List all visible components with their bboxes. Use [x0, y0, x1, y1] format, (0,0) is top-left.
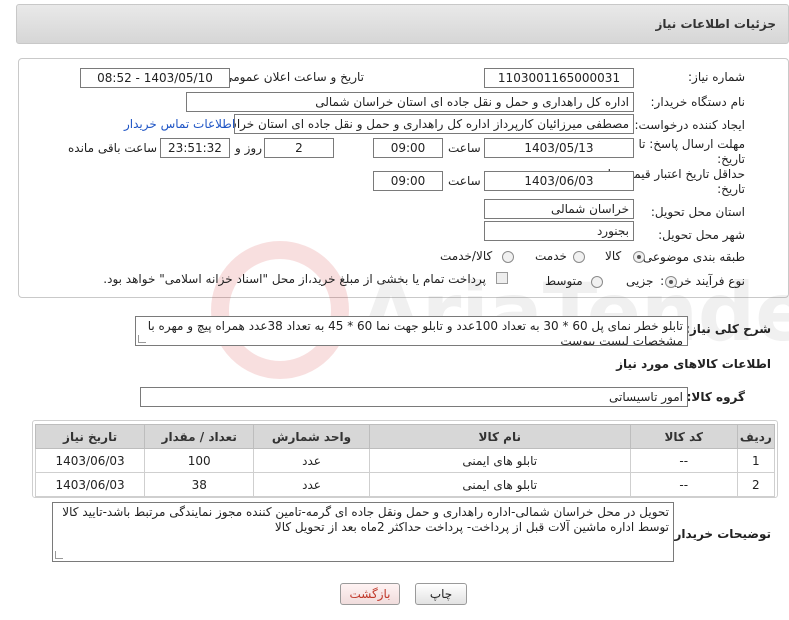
remaining-time-field: 23:51:32: [160, 138, 230, 158]
delivery-city-field: بجنورد: [484, 221, 634, 241]
table-row: 2 -- تابلو های ایمنی عدد 38 1403/06/03: [34, 472, 776, 497]
category-both-label: کالا/خدمت: [440, 249, 493, 263]
summary-text: تابلو خطر نمای پل 60 * 30 به تعداد 100عد…: [147, 319, 683, 346]
buyer-contact-link[interactable]: اطلاعات تماس خریدار: [124, 117, 235, 131]
delivery-province-field: خراسان شمالی: [484, 199, 634, 219]
price-validity-date-field: 1403/06/03: [484, 171, 634, 191]
cell-name: تابلو های ایمنی: [368, 472, 631, 497]
resize-grip-icon[interactable]: [55, 551, 63, 559]
category-service-label: خدمت: [535, 249, 567, 263]
goods-info-title: اطلاعات کالاهای مورد نیاز: [616, 357, 771, 371]
summary-textarea: تابلو خطر نمای پل 60 * 30 به تعداد 100عد…: [135, 316, 688, 346]
print-button[interactable]: چاپ: [415, 583, 467, 605]
buyer-org-label: نام دستگاه خریدار:: [650, 95, 746, 109]
delivery-city-label: شهر محل تحویل:: [658, 228, 745, 242]
purchase-minor-label: جزیی: [626, 274, 654, 288]
cell-unit: عدد: [253, 448, 370, 473]
price-validity-time-field: 09:00: [373, 171, 443, 191]
cell-name: تابلو های ایمنی: [368, 448, 631, 473]
announce-datetime-label: تاریخ و ساعت اعلان عمومی:: [219, 70, 364, 84]
price-validity-label-date: تاریخ:: [717, 182, 745, 196]
panel-header: جزئیات اطلاعات نیاز: [16, 4, 789, 44]
table-row: 1 -- تابلو های ایمنی عدد 100 1403/06/03: [34, 448, 776, 473]
category-label: طبقه بندی موضوعی:: [638, 250, 745, 264]
goods-group-label: گروه کالا:: [686, 390, 745, 404]
col-header-unit: واحد شمارش: [253, 424, 370, 449]
back-button[interactable]: بازگشت: [340, 583, 400, 605]
requester-field: مصطفی میرزائیان کارپرداز اداره کل راهدار…: [234, 114, 634, 134]
col-header-row: ردیف: [736, 424, 776, 449]
cell-code: --: [629, 472, 738, 497]
response-deadline-time-field: 09:00: [373, 138, 443, 158]
col-header-date: تاریخ نیاز: [34, 424, 146, 449]
cell-row: 1: [736, 448, 776, 473]
cell-code: --: [629, 448, 738, 473]
category-service-radio[interactable]: [573, 251, 585, 263]
response-deadline-label-date: تاریخ:: [717, 152, 745, 166]
response-days-field: 2: [264, 138, 334, 158]
col-header-name: نام کالا: [368, 424, 631, 449]
cell-date: 1403/06/03: [34, 472, 146, 497]
response-deadline-date-field: 1403/05/13: [484, 138, 634, 158]
need-number-label: شماره نیاز:: [688, 70, 745, 84]
requester-label: ایجاد کننده درخواست:: [634, 118, 745, 132]
buyer-notes-label: توضیحات خریدار:: [669, 527, 771, 541]
treasury-note: پرداخت تمام یا بخشی از مبلغ خرید،از محل …: [103, 272, 486, 286]
category-goods-label: کالا: [605, 249, 622, 263]
purchase-minor-radio[interactable]: [665, 276, 677, 288]
buyer-org-field: اداره کل راهداری و حمل و نقل جاده ای است…: [186, 92, 634, 112]
cell-qty: 38: [144, 472, 255, 497]
category-both-radio[interactable]: [502, 251, 514, 263]
need-number-field: 1103001165000031: [484, 68, 634, 88]
col-header-code: کد کالا: [629, 424, 738, 449]
announce-datetime-field: 1403/05/10 - 08:52: [80, 68, 230, 88]
cell-unit: عدد: [253, 472, 370, 497]
col-header-qty: تعداد / مقدار: [144, 424, 255, 449]
price-validity-time-label: ساعت: [448, 174, 481, 188]
category-goods-radio[interactable]: [633, 251, 645, 263]
days-label: روز و: [235, 141, 262, 155]
resize-grip-icon[interactable]: [138, 335, 146, 343]
summary-label: شرح کلی نیاز:: [685, 322, 771, 336]
purchase-medium-radio[interactable]: [591, 276, 603, 288]
goods-group-field: امور تاسیساتی: [140, 387, 688, 407]
response-deadline-label: مهلت ارسال پاسخ: تا: [638, 137, 745, 151]
treasury-checkbox[interactable]: [496, 272, 508, 284]
items-table: ردیف کد کالا نام کالا واحد شمارش تعداد /…: [34, 424, 776, 497]
remaining-label: ساعت باقی مانده: [68, 141, 158, 155]
page-title: جزئیات اطلاعات نیاز: [655, 17, 776, 31]
buyer-notes-textarea: تحویل در محل خراسان شمالی-اداره راهداری …: [52, 502, 674, 562]
cell-row: 2: [736, 472, 776, 497]
buyer-notes-text: تحویل در محل خراسان شمالی-اداره راهداری …: [62, 505, 669, 534]
response-deadline-time-label: ساعت: [448, 141, 481, 155]
purchase-medium-label: متوسط: [545, 274, 583, 288]
delivery-province-label: استان محل تحویل:: [650, 205, 745, 219]
cell-qty: 100: [144, 448, 255, 473]
cell-date: 1403/06/03: [34, 448, 146, 473]
